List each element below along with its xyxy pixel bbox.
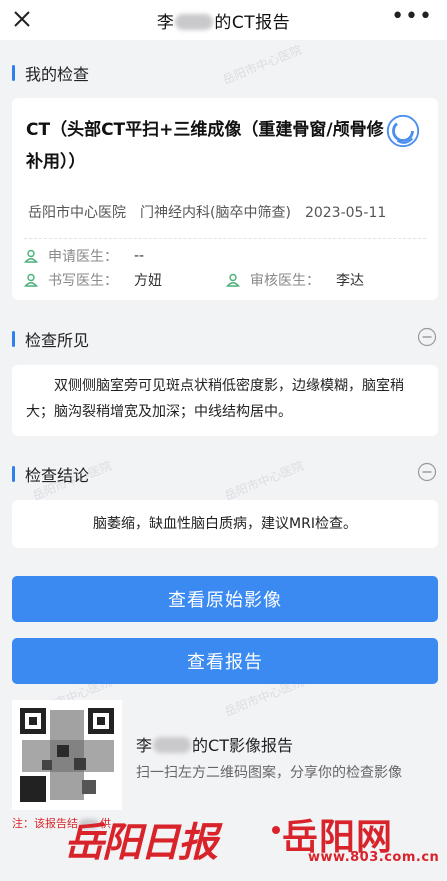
- section-findings-header: 检查所见: [12, 327, 89, 351]
- qr-code-image: [12, 700, 122, 810]
- section-marker: [12, 65, 15, 81]
- share-title: 李的CT影像报告: [136, 736, 293, 755]
- section-conclusion-header: 检查结论: [12, 462, 89, 486]
- exam-date: 2023-05-11: [304, 205, 387, 221]
- conclusion-text: 脑萎缩，缺血性脑白质病，建议MRI检查。: [93, 516, 357, 532]
- department-name: 门神经内科(脑卒中筛查): [140, 205, 291, 221]
- writer-value: 方妞: [134, 273, 162, 289]
- section-my-exam-header: 我的检查: [12, 61, 89, 85]
- applicant-value: --: [134, 248, 145, 264]
- more-menu-button[interactable]: •••: [391, 6, 433, 28]
- top-bar: 李的CT报告 •••: [0, 0, 447, 40]
- blurred-name: [175, 13, 214, 30]
- watermark: 岳阳市中心医院: [222, 458, 306, 504]
- brand-url: www.803.com.cn: [308, 850, 440, 865]
- close-icon[interactable]: [10, 7, 34, 31]
- exam-card[interactable]: CT（头部CT平扫+三维成像（重建骨窗/颅骨修补用）） 岳阳市中心医院 门神经内科…: [12, 98, 438, 300]
- divider: [24, 238, 426, 239]
- conclusion-card: 脑萎缩，缺血性脑白质病，建议MRI检查。: [12, 500, 438, 548]
- hospital-name: 岳阳市中心医院: [28, 205, 126, 221]
- writer-doctor-row: 书写医生： 方妞: [24, 270, 162, 290]
- reviewer-doctor-row: 审核医生： 李达: [226, 270, 364, 290]
- brand-dot: [272, 826, 280, 834]
- brand-script: 岳阳日报: [64, 819, 218, 866]
- person-icon: [24, 273, 38, 287]
- section-marker: [12, 466, 15, 482]
- view-original-images-button[interactable]: 查看原始影像: [12, 576, 438, 622]
- view-report-button[interactable]: 查看报告: [12, 638, 438, 684]
- loading-spinner-icon: [386, 114, 420, 148]
- page-title: 李的CT报告: [156, 12, 291, 33]
- share-subtitle: 扫一扫左方二维码图案，分享你的检查影像: [136, 765, 402, 781]
- findings-card: 双侧侧脑室旁可见斑点状稍低密度影，边缘模糊，脑室稍大；脑沟裂稍增宽及加深；中线结…: [12, 365, 438, 436]
- brand-watermark: 岳阳日报 岳阳网 www.803.com.cn: [60, 800, 447, 881]
- person-icon: [226, 273, 240, 287]
- exam-name: CT（头部CT平扫+三维成像（重建骨窗/颅骨修补用））: [26, 120, 384, 172]
- hospital-info: 岳阳市中心医院 门神经内科(脑卒中筛查) 2023-05-11: [28, 202, 386, 222]
- findings-text: 双侧侧脑室旁可见斑点状稍低密度影，边缘模糊，脑室稍大；脑沟裂稍增宽及加深；中线结…: [26, 378, 404, 420]
- watermark: 岳阳市中心医院: [220, 42, 304, 88]
- reviewer-value: 李达: [336, 273, 364, 289]
- person-icon: [24, 249, 38, 263]
- collapse-icon[interactable]: [417, 327, 437, 347]
- section-marker: [12, 331, 15, 347]
- qr-code: [12, 700, 122, 810]
- applicant-doctor-row: 申请医生： --: [24, 246, 144, 266]
- blurred-name: [153, 737, 192, 753]
- collapse-icon[interactable]: [417, 462, 437, 482]
